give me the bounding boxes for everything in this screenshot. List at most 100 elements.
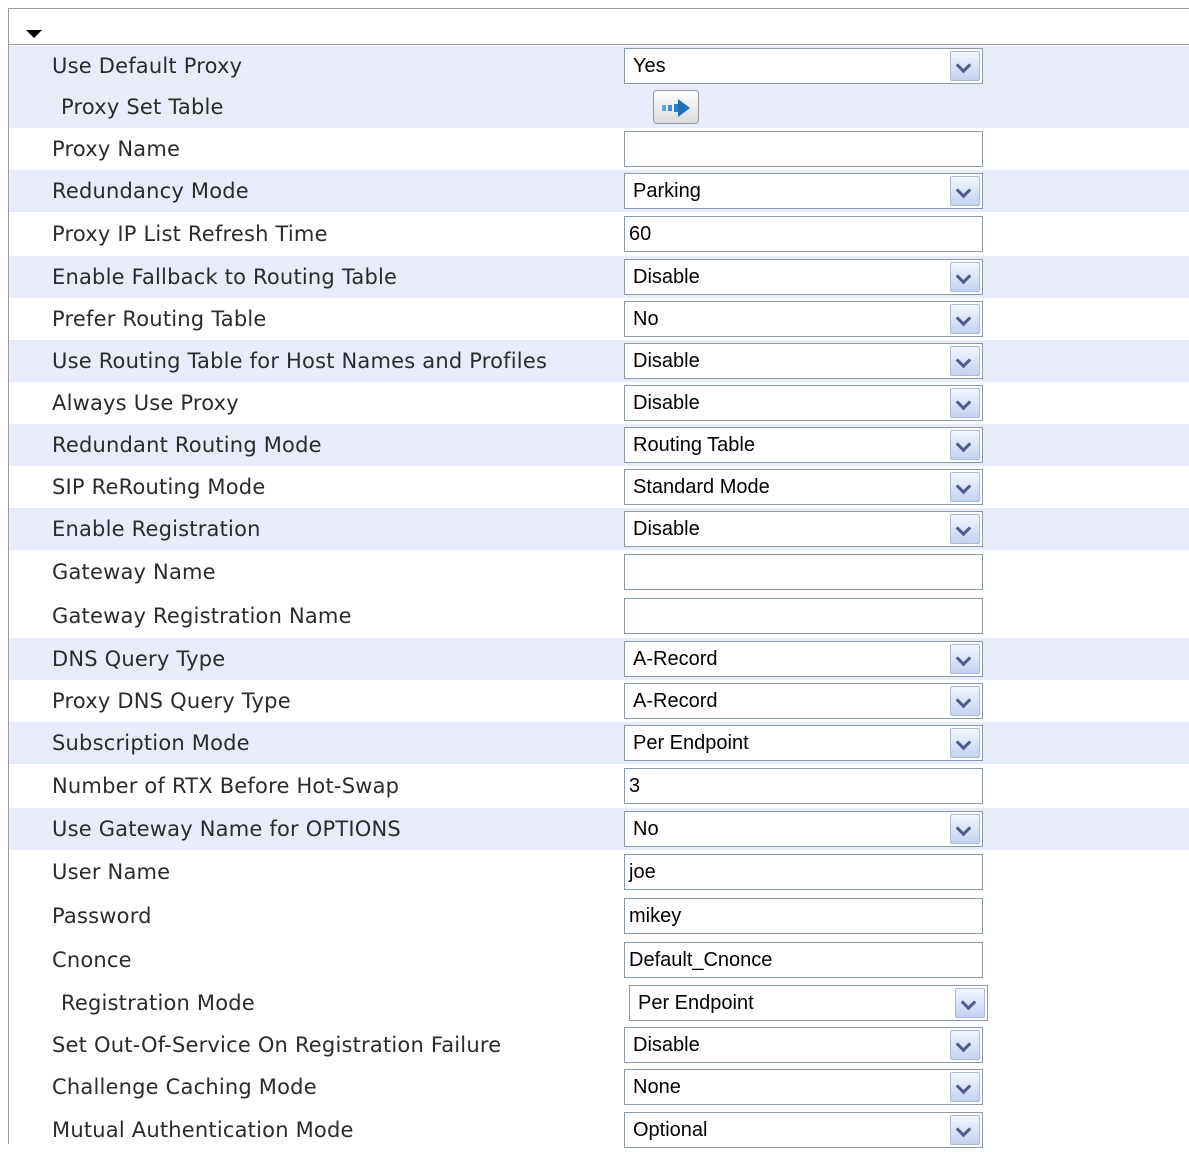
setting-row-password: Password mikey <box>9 894 1189 938</box>
chevron-down-icon[interactable] <box>950 262 980 292</box>
setting-label: Proxy Set Table <box>61 95 224 119</box>
setting-label: Enable Registration <box>52 517 261 541</box>
field-value: Per Endpoint <box>638 992 754 1014</box>
cnonce-input[interactable]: Default_Cnonce <box>624 942 983 978</box>
arrow-right-icon <box>662 99 690 117</box>
collapse-toggle-icon[interactable] <box>26 30 42 38</box>
setting-row-redundancy-mode: Redundancy Mode Parking <box>9 170 1189 212</box>
subscription-mode-select[interactable]: Per Endpoint <box>624 725 983 761</box>
field-value: joe <box>629 861 656 883</box>
setting-label: Prefer Routing Table <box>52 307 267 331</box>
prefer-routing-table-select[interactable]: No <box>624 301 983 337</box>
setting-label: Challenge Caching Mode <box>52 1075 317 1099</box>
chevron-down-icon[interactable] <box>950 1115 980 1145</box>
password-input[interactable]: mikey <box>624 898 983 934</box>
setting-label: Cnonce <box>52 948 132 972</box>
proxy-name-input[interactable] <box>624 131 983 167</box>
chevron-down-icon[interactable] <box>950 1072 980 1102</box>
setting-label: Use Gateway Name for OPTIONS <box>52 817 401 841</box>
setting-row-use-default-proxy: Use Default Proxy Yes <box>9 46 1189 86</box>
challenge-caching-mode-select[interactable]: None <box>624 1069 983 1105</box>
gateway-registration-name-input[interactable] <box>624 598 983 634</box>
setting-label: Enable Fallback to Routing Table <box>52 265 398 289</box>
settings-table: Use Default Proxy Yes Proxy Set Table Proxy… <box>9 46 1189 1152</box>
enable-fallback-to-routing-table-select[interactable]: Disable <box>624 259 983 295</box>
field-value: No <box>633 818 659 840</box>
setting-label: Mutual Authentication Mode <box>52 1118 354 1142</box>
use-default-proxy-select[interactable]: Yes <box>624 48 983 84</box>
mutual-authentication-mode-select[interactable]: Optional <box>624 1112 983 1148</box>
setting-row-sip-rerouting-mode: SIP ReRouting Mode Standard Mode <box>9 466 1189 508</box>
field-value: Disable <box>633 1034 700 1056</box>
field-value: 60 <box>629 223 652 245</box>
proxy-ip-list-refresh-time-input[interactable]: 60 <box>624 216 983 252</box>
chevron-down-icon[interactable] <box>950 388 980 418</box>
user-name-input[interactable]: joe <box>624 854 983 890</box>
setting-row-gateway-registration-name: Gateway Registration Name <box>9 594 1189 638</box>
chevron-down-icon[interactable] <box>950 644 980 674</box>
setting-label: Number of RTX Before Hot-Swap <box>52 774 400 798</box>
field-value: mikey <box>629 905 682 927</box>
number-of-rtx-before-hot-swap-input[interactable]: 3 <box>624 768 983 804</box>
setting-row-prefer-routing-table: Prefer Routing Table No <box>9 298 1189 340</box>
chevron-down-icon[interactable] <box>950 430 980 460</box>
chevron-down-icon[interactable] <box>950 728 980 758</box>
section-header <box>9 9 1189 45</box>
field-value: A-Record <box>633 648 718 670</box>
setting-row-redundant-routing-mode: Redundant Routing Mode Routing Table <box>9 424 1189 466</box>
setting-row-dns-query-type: DNS Query Type A-Record <box>9 638 1189 680</box>
field-value: Per Endpoint <box>633 732 749 754</box>
use-gateway-name-for-options-select[interactable]: No <box>624 811 983 847</box>
setting-row-enable-registration: Enable Registration Disable <box>9 508 1189 550</box>
sip-rerouting-mode-select[interactable]: Standard Mode <box>624 469 983 505</box>
chevron-down-icon[interactable] <box>950 514 980 544</box>
setting-row-user-name: User Name joe <box>9 850 1189 894</box>
field-value: Disable <box>633 266 700 288</box>
set-out-of-service-on-registration-failure-select[interactable]: Disable <box>624 1027 983 1063</box>
setting-label: Proxy IP List Refresh Time <box>52 222 328 246</box>
setting-row-set-out-of-service-on-registration-failure: Set Out-Of-Service On Registration Failu… <box>9 1024 1189 1066</box>
chevron-down-icon[interactable] <box>950 1030 980 1060</box>
always-use-proxy-select[interactable]: Disable <box>624 385 983 421</box>
setting-row-proxy-set-table: Proxy Set Table <box>9 86 1189 128</box>
redundant-routing-mode-select[interactable]: Routing Table <box>624 427 983 463</box>
proxy-dns-query-type-select[interactable]: A-Record <box>624 683 983 719</box>
chevron-down-icon[interactable] <box>955 988 985 1018</box>
field-value: A-Record <box>633 690 718 712</box>
field-value: Routing Table <box>633 434 755 456</box>
setting-row-mutual-authentication-mode: Mutual Authentication Mode Optional <box>9 1108 1189 1152</box>
chevron-down-icon[interactable] <box>950 346 980 376</box>
dns-query-type-select[interactable]: A-Record <box>624 641 983 677</box>
enable-registration-select[interactable]: Disable <box>624 511 983 547</box>
setting-label: User Name <box>52 860 171 884</box>
setting-label: Subscription Mode <box>52 731 250 755</box>
gateway-name-input[interactable] <box>624 554 983 590</box>
use-routing-table-for-host-names-and-profiles-select[interactable]: Disable <box>624 343 983 379</box>
registration-mode-select[interactable]: Per Endpoint <box>629 985 988 1021</box>
chevron-down-icon[interactable] <box>950 176 980 206</box>
field-value: None <box>633 1076 681 1098</box>
setting-row-use-routing-table-for-host-names-and-profiles: Use Routing Table for Host Names and Pro… <box>9 340 1189 382</box>
proxy-set-table-button[interactable] <box>653 90 699 124</box>
setting-label: Set Out-Of-Service On Registration Failu… <box>52 1033 502 1057</box>
chevron-down-icon[interactable] <box>950 472 980 502</box>
setting-row-challenge-caching-mode: Challenge Caching Mode None <box>9 1066 1189 1108</box>
chevron-down-icon[interactable] <box>950 51 980 81</box>
setting-label: Redundancy Mode <box>52 179 249 203</box>
setting-label: Always Use Proxy <box>52 391 239 415</box>
setting-row-proxy-name: Proxy Name <box>9 128 1189 170</box>
setting-row-registration-mode: Registration Mode Per Endpoint <box>9 982 1189 1024</box>
setting-label: SIP ReRouting Mode <box>52 475 266 499</box>
field-value: Optional <box>633 1119 708 1141</box>
setting-row-gateway-name: Gateway Name <box>9 550 1189 594</box>
chevron-down-icon[interactable] <box>950 304 980 334</box>
setting-row-number-of-rtx-before-hot-swap: Number of RTX Before Hot-Swap 3 <box>9 764 1189 808</box>
field-value: Default_Cnonce <box>629 949 773 971</box>
setting-label: Password <box>52 904 152 928</box>
setting-label: Proxy Name <box>52 137 181 161</box>
field-value: Standard Mode <box>633 476 770 498</box>
chevron-down-icon[interactable] <box>950 686 980 716</box>
chevron-down-icon[interactable] <box>950 814 980 844</box>
setting-row-cnonce: Cnonce Default_Cnonce <box>9 938 1189 982</box>
redundancy-mode-select[interactable]: Parking <box>624 173 983 209</box>
